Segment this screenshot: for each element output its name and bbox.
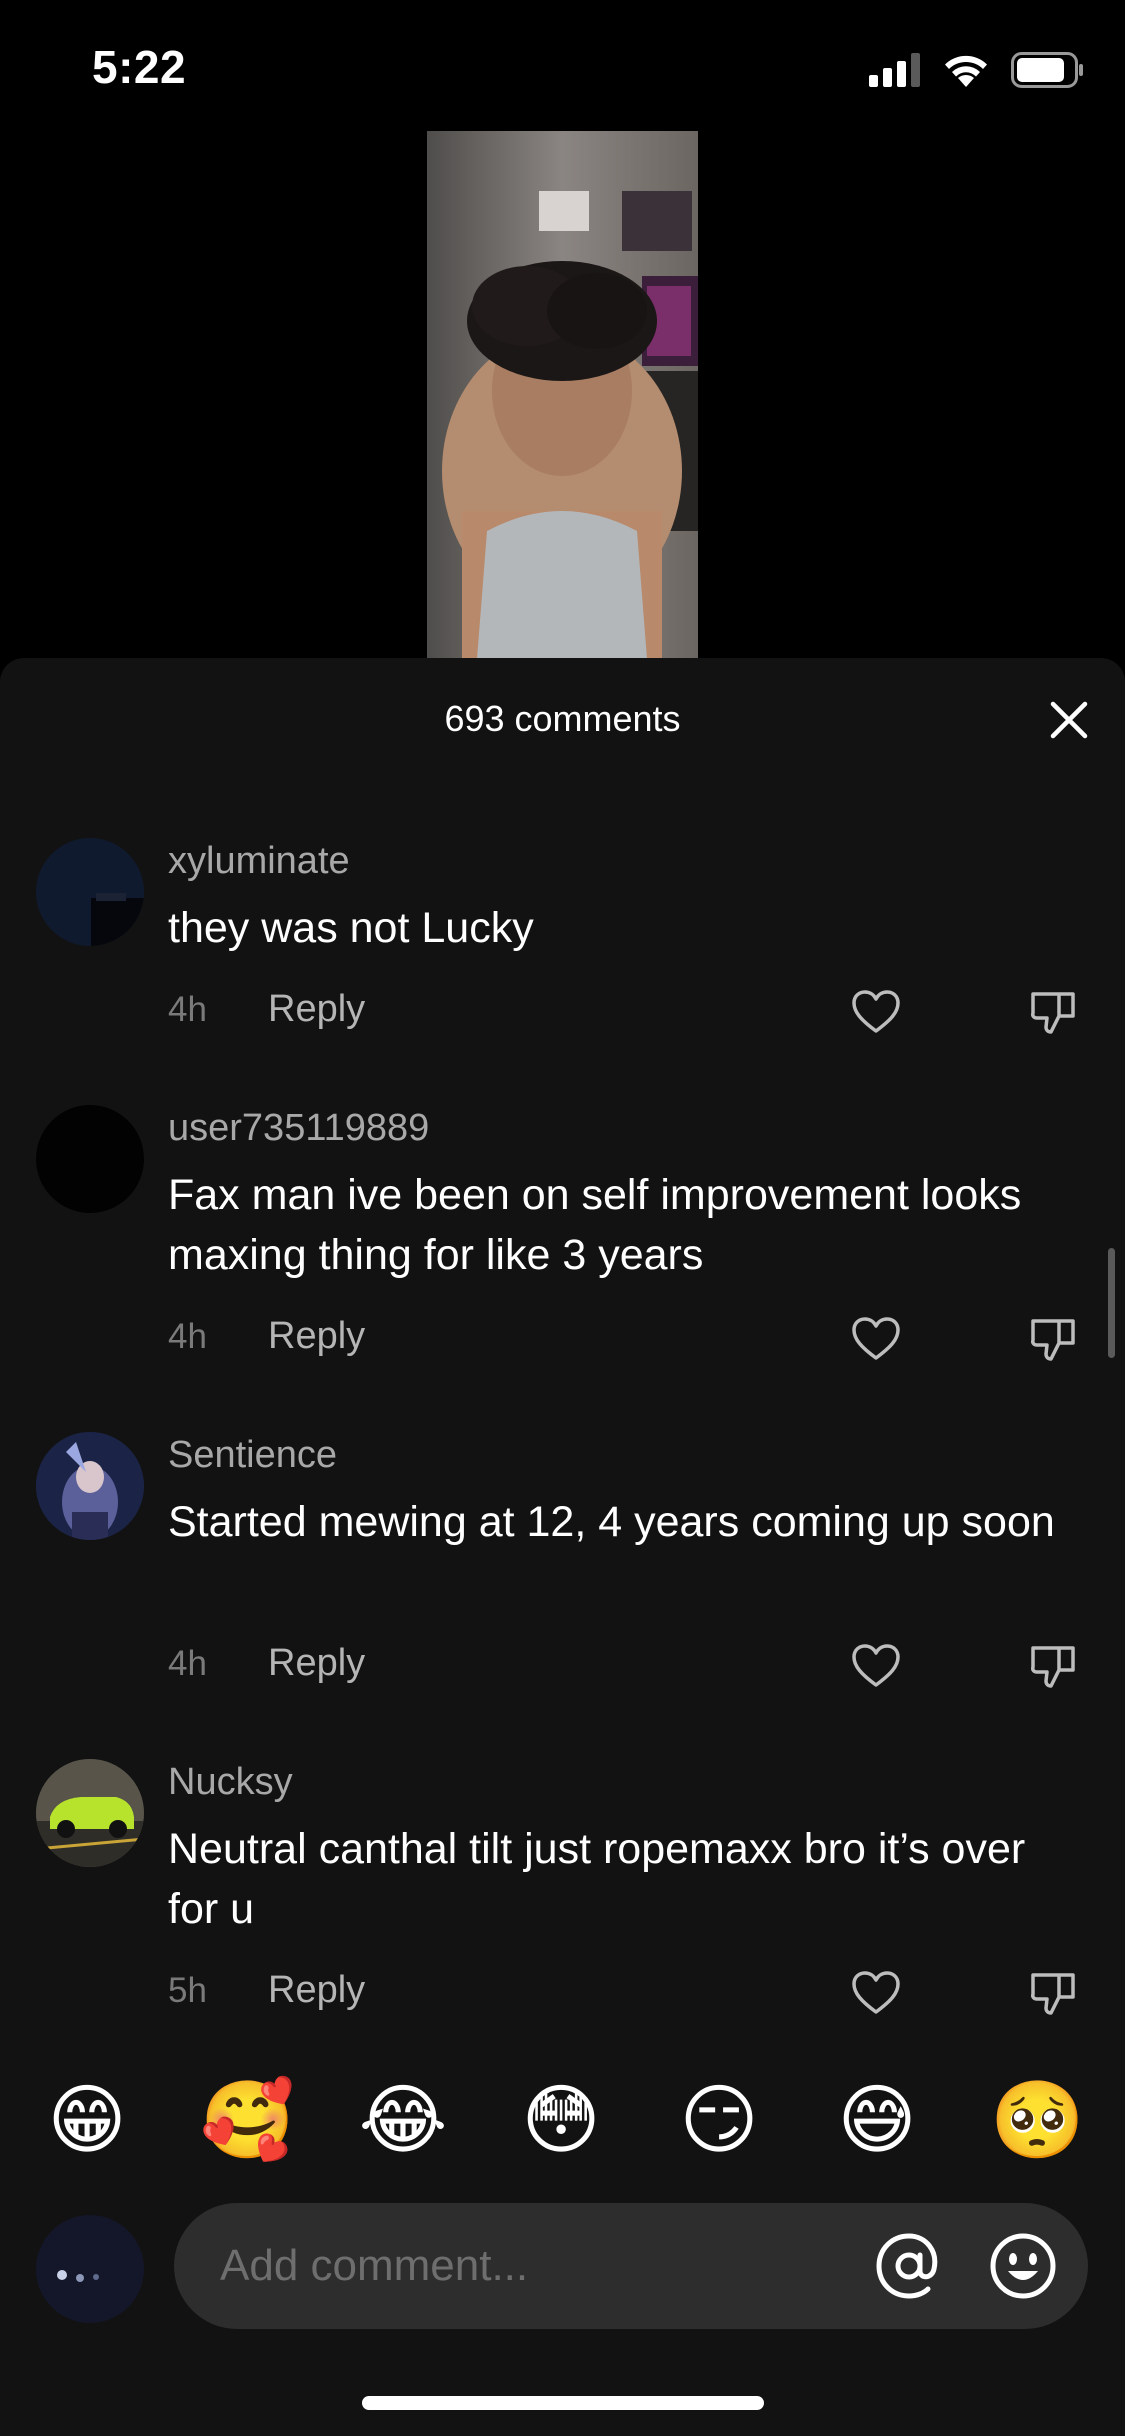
emoji-tears-of-joy[interactable]: 😂 bbox=[358, 2076, 448, 2166]
heart-outline-icon bbox=[852, 1644, 900, 1687]
comment-text: Neutral canthal tilt just ropemaxx bro i… bbox=[168, 1825, 1026, 1933]
thumbs-down-icon bbox=[1031, 1319, 1075, 1361]
comment-username[interactable]: Sentience bbox=[168, 1434, 337, 1477]
comment-item: xyluminate they was not Lucky 4h Reply bbox=[0, 838, 1125, 1098]
video-thumbnail[interactable] bbox=[427, 131, 698, 659]
comment-text: Started mewing at 12, 4 years coming up … bbox=[168, 1498, 1055, 1546]
emoji-picker-button[interactable] bbox=[988, 2231, 1058, 2301]
close-icon bbox=[1050, 701, 1088, 739]
heart-outline-icon bbox=[852, 1317, 900, 1360]
avatar[interactable] bbox=[36, 838, 144, 946]
dislike-button[interactable] bbox=[1025, 984, 1081, 1040]
dislike-button[interactable] bbox=[1025, 1638, 1081, 1694]
comment-text: they was not Lucky bbox=[168, 904, 534, 952]
emoji-sweat-smile[interactable]: 😅 bbox=[832, 2076, 922, 2166]
status-icons bbox=[869, 50, 1085, 90]
comment-username[interactable]: user735119889 bbox=[168, 1107, 429, 1150]
avatar[interactable] bbox=[36, 1105, 144, 1213]
status-time: 5:22 bbox=[92, 41, 187, 93]
avatar[interactable] bbox=[36, 1759, 144, 1867]
heart-outline-icon bbox=[852, 1971, 900, 2014]
comment-username[interactable]: Nucksy bbox=[168, 1761, 293, 1804]
comment-count-title: 693 comments bbox=[444, 698, 681, 739]
smiley-icon bbox=[990, 2233, 1056, 2299]
comment-time: 4h bbox=[168, 1643, 207, 1683]
reply-button[interactable]: Reply bbox=[268, 1642, 365, 1685]
emoji-smirk[interactable]: 😏 bbox=[674, 2076, 764, 2166]
current-user-avatar[interactable] bbox=[36, 2215, 144, 2323]
at-sign-icon bbox=[876, 2233, 938, 2299]
video-frame-image bbox=[427, 131, 698, 659]
like-button[interactable] bbox=[848, 1965, 904, 2021]
like-button[interactable] bbox=[848, 984, 904, 1040]
like-button[interactable] bbox=[848, 1638, 904, 1694]
comment-item: user735119889 Fax man ive been on self i… bbox=[0, 1105, 1125, 1405]
thumbs-down-icon bbox=[1031, 1646, 1075, 1688]
dislike-button[interactable] bbox=[1025, 1965, 1081, 2021]
comment-item: Sentience Started mewing at 12, 4 years … bbox=[0, 1432, 1125, 1732]
comment-item: Nucksy Neutral canthal tilt just ropemax… bbox=[0, 1759, 1125, 2059]
thumbs-down-icon bbox=[1031, 1973, 1075, 2015]
dislike-button[interactable] bbox=[1025, 1311, 1081, 1367]
comment-meta: 4h Reply bbox=[168, 1315, 365, 1358]
comment-meta: 4h Reply bbox=[168, 988, 365, 1031]
comment-time: 5h bbox=[168, 1970, 207, 2010]
home-indicator[interactable] bbox=[362, 2396, 764, 2410]
battery-icon bbox=[1011, 52, 1083, 88]
thumbs-down-icon bbox=[1031, 992, 1075, 1034]
emoji-smiling-hearts[interactable]: 🥰 bbox=[200, 2076, 295, 2166]
comment-input-placeholder: Add comment... bbox=[220, 2241, 529, 2290]
comment-time: 4h bbox=[168, 989, 207, 1029]
comments-sheet: 693 comments xyluminate they was not Luc… bbox=[0, 658, 1125, 2436]
comment-input-field[interactable]: Add comment... bbox=[174, 2203, 1088, 2329]
avatar[interactable] bbox=[36, 1432, 144, 1540]
heart-outline-icon bbox=[852, 990, 900, 1033]
mention-button[interactable] bbox=[874, 2231, 944, 2301]
sheet-header: 693 comments bbox=[0, 658, 1125, 778]
reply-button[interactable]: Reply bbox=[268, 1315, 365, 1358]
emoji-quick-bar: 😁 🥰 😂 😳 😏 😅 🥺 bbox=[0, 2076, 1125, 2176]
reply-button[interactable]: Reply bbox=[268, 988, 365, 1031]
reply-button[interactable]: Reply bbox=[268, 1969, 365, 2012]
like-button[interactable] bbox=[848, 1311, 904, 1367]
emoji-grin[interactable]: 😁 bbox=[42, 2076, 132, 2166]
close-button[interactable] bbox=[1043, 694, 1095, 746]
wifi-icon bbox=[945, 55, 987, 87]
status-bar: 5:22 bbox=[0, 0, 1125, 130]
comment-meta: 4h Reply bbox=[168, 1642, 365, 1685]
comments-screen: 5:22 693 comments xyluminate they was no… bbox=[0, 0, 1125, 2436]
cellular-signal-icon bbox=[869, 53, 920, 87]
comment-meta: 5h Reply bbox=[168, 1969, 365, 2012]
comment-text: Fax man ive been on self improvement loo… bbox=[168, 1171, 1022, 1279]
comment-time: 4h bbox=[168, 1316, 207, 1356]
emoji-flushed[interactable]: 😳 bbox=[516, 2076, 606, 2166]
comment-username[interactable]: xyluminate bbox=[168, 840, 350, 883]
emoji-pleading[interactable]: 🥺 bbox=[990, 2076, 1085, 2166]
comment-input-row: Add comment... bbox=[0, 2203, 1125, 2333]
